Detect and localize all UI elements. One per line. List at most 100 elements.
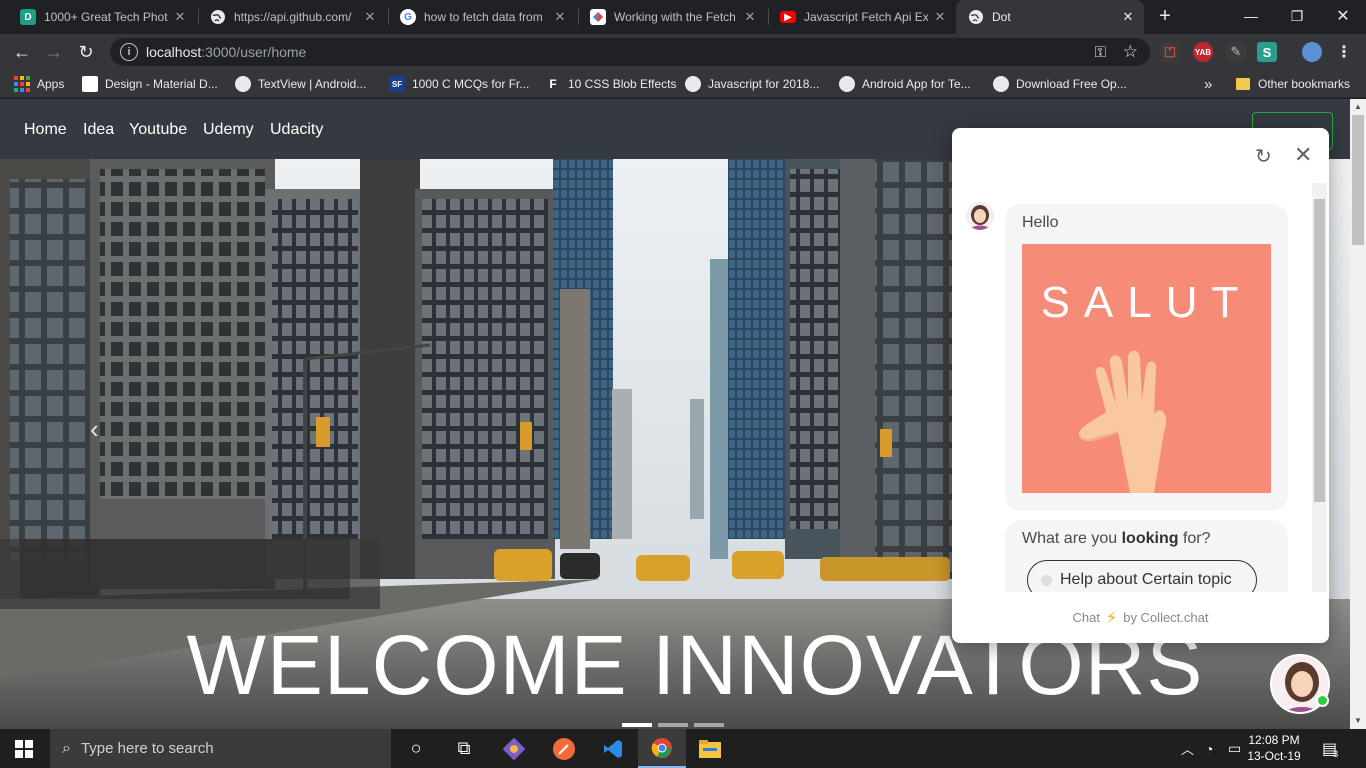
scroll-thumb[interactable] <box>1352 115 1364 245</box>
tab-1[interactable]: D 1000+ Great Tech Phot ✕ <box>8 0 196 34</box>
bookmark-textview[interactable]: TextView | Android... <box>235 75 366 93</box>
taskbar-search-box[interactable]: ⌕ Type here to search <box>50 729 391 768</box>
radio-dot-icon <box>1041 574 1052 586</box>
tab-close-icon[interactable]: ✕ <box>742 9 758 25</box>
address-bar[interactable]: i localhost:3000/user/home ⚿ ☆ <box>110 38 1150 66</box>
tab-close-icon[interactable]: ✕ <box>552 9 568 25</box>
tab-close-icon[interactable]: ✕ <box>932 9 948 25</box>
scroll-up-arrow-icon[interactable]: ▲ <box>1350 99 1366 115</box>
start-button[interactable] <box>0 729 48 768</box>
vscode-icon[interactable] <box>589 729 637 768</box>
reload-button[interactable]: ↻ <box>74 40 98 64</box>
chat-footer-label: Chat <box>1072 610 1100 625</box>
pdf-extension-icon[interactable]: ⏍ <box>1160 42 1180 62</box>
tab-title: Javascript Fetch Api Exa <box>804 10 928 24</box>
yab-extension-icon[interactable]: YAB <box>1193 42 1213 62</box>
task-view-icon[interactable]: ⧉ <box>440 729 488 768</box>
tab-5[interactable]: ▶ Javascript Fetch Api Exa ✕ <box>768 0 956 34</box>
carousel-indicator[interactable] <box>658 723 688 727</box>
menu-dots-icon[interactable]: ⋮ <box>1334 42 1354 62</box>
chat-widget: ↻ ✕ Hello SALUT What are you looking for… <box>952 128 1329 643</box>
folder-icon <box>1236 78 1250 90</box>
carousel-indicators <box>622 723 724 727</box>
bookmark-apps[interactable]: Apps <box>14 75 64 93</box>
bookmark-android-app[interactable]: Android App for Te... <box>839 75 971 93</box>
bookmark-design[interactable]: Design - Material D... <box>82 75 218 93</box>
bookmark-label: Android App for Te... <box>862 77 971 91</box>
back-button[interactable]: ← <box>10 40 34 64</box>
tab-6-active[interactable]: Dot ✕ <box>956 0 1144 34</box>
chrome-icon[interactable] <box>638 729 686 768</box>
tab-title: how to fetch data from <box>424 10 543 24</box>
tab-title: Working with the Fetch <box>614 10 736 24</box>
chat-scroll-thumb[interactable] <box>1314 199 1325 502</box>
profile-avatar-icon[interactable] <box>1302 42 1322 62</box>
tab-3[interactable]: G how to fetch data from ✕ <box>388 0 576 34</box>
show-hidden-icons-button[interactable]: ︿ <box>1181 729 1194 768</box>
git-app-icon[interactable] <box>490 729 538 768</box>
globe-icon <box>993 76 1009 92</box>
s-extension-icon[interactable]: S <box>1257 42 1277 62</box>
bookmark-label: Design - Material D... <box>105 77 218 91</box>
salut-image: SALUT <box>1022 244 1271 493</box>
chat-option-button[interactable]: Help about Certain topic <box>1027 560 1257 592</box>
notification-count: 3 <box>1333 748 1339 759</box>
browser-toolbar: ← → ↻ i localhost:3000/user/home ⚿ ☆ ⏍ Y… <box>0 34 1366 70</box>
refresh-icon[interactable]: ↻ <box>1255 144 1272 169</box>
edit-extension-icon[interactable]: ✎ <box>1226 42 1246 62</box>
info-icon[interactable]: i <box>120 43 138 61</box>
chat-body: Hello SALUT What are you looking for? He… <box>952 180 1329 592</box>
tab-close-icon[interactable]: ✕ <box>1120 9 1136 25</box>
tab-close-icon[interactable]: ✕ <box>172 9 188 25</box>
chat-scrollbar[interactable] <box>1312 183 1327 593</box>
tab-2[interactable]: https://api.github.com/ ✕ <box>198 0 386 34</box>
nav-home[interactable]: Home <box>24 121 67 139</box>
bookmark-javascript[interactable]: Javascript for 2018... <box>685 75 819 93</box>
tab-favicon-icon: D <box>20 9 36 25</box>
search-icon: ⌕ <box>62 739 71 757</box>
globe-icon <box>210 9 226 25</box>
postman-icon[interactable] <box>540 729 588 768</box>
new-tab-button[interactable]: + <box>1154 5 1176 27</box>
file-explorer-icon[interactable] <box>686 729 734 768</box>
tab-strip: D 1000+ Great Tech Phot ✕ https://api.gi… <box>0 0 1366 34</box>
bookmark-css-blob[interactable]: F 10 CSS Blob Effects <box>545 75 676 93</box>
tab-4[interactable]: Working with the Fetch ✕ <box>578 0 766 34</box>
system-clock[interactable]: 12:08 PM 13-Oct-19 <box>1240 732 1308 764</box>
bookmark-label: TextView | Android... <box>258 77 367 91</box>
online-status-icon <box>1316 694 1329 707</box>
close-icon[interactable]: ✕ <box>1294 142 1312 168</box>
search-placeholder: Type here to search <box>80 740 214 757</box>
network-icon[interactable]: ◔ <box>1205 729 1213 768</box>
carousel-prev-button[interactable]: ‹ <box>90 414 99 445</box>
scroll-down-arrow-icon[interactable]: ▼ <box>1350 713 1366 729</box>
maximize-button[interactable]: ❐ <box>1274 0 1320 32</box>
bot-avatar <box>966 202 994 230</box>
lightning-icon: ⚡ <box>1105 609 1118 627</box>
carousel-indicator[interactable] <box>694 723 724 727</box>
collect-chat-link[interactable]: by Collect.chat <box>1123 610 1208 625</box>
chat-bubble-question: What are you looking for? Help about Cer… <box>1005 520 1288 592</box>
bookmark-mcqs[interactable]: SF 1000 C MCQs for Fr... <box>389 75 529 93</box>
forward-button[interactable]: → <box>42 40 66 64</box>
chat-question: What are you looking for? <box>1022 530 1211 547</box>
bookmarks-overflow-button[interactable]: » <box>1204 75 1212 93</box>
bookmark-download[interactable]: Download Free Op... <box>993 75 1127 93</box>
notifications-button[interactable]: ▤ 3 <box>1322 729 1338 768</box>
nav-udacity[interactable]: Udacity <box>270 121 323 139</box>
nav-idea[interactable]: Idea <box>83 121 114 139</box>
bookmark-label: Download Free Op... <box>1016 77 1127 91</box>
carousel-indicator[interactable] <box>622 723 652 727</box>
address-host: localhost <box>146 44 202 60</box>
page-scrollbar[interactable]: ▲ ▼ <box>1350 99 1366 729</box>
minimize-button[interactable]: — <box>1228 0 1274 32</box>
key-icon[interactable]: ⚿ <box>1095 44 1106 61</box>
material-design-icon <box>82 76 98 92</box>
cortana-icon[interactable]: ○ <box>392 729 440 768</box>
close-window-button[interactable]: ✕ <box>1320 0 1366 32</box>
nav-youtube[interactable]: Youtube <box>129 121 187 139</box>
star-icon[interactable]: ☆ <box>1123 42 1138 62</box>
tab-close-icon[interactable]: ✕ <box>362 9 378 25</box>
other-bookmarks[interactable]: Other bookmarks <box>1236 75 1350 93</box>
nav-udemy[interactable]: Udemy <box>203 121 254 139</box>
